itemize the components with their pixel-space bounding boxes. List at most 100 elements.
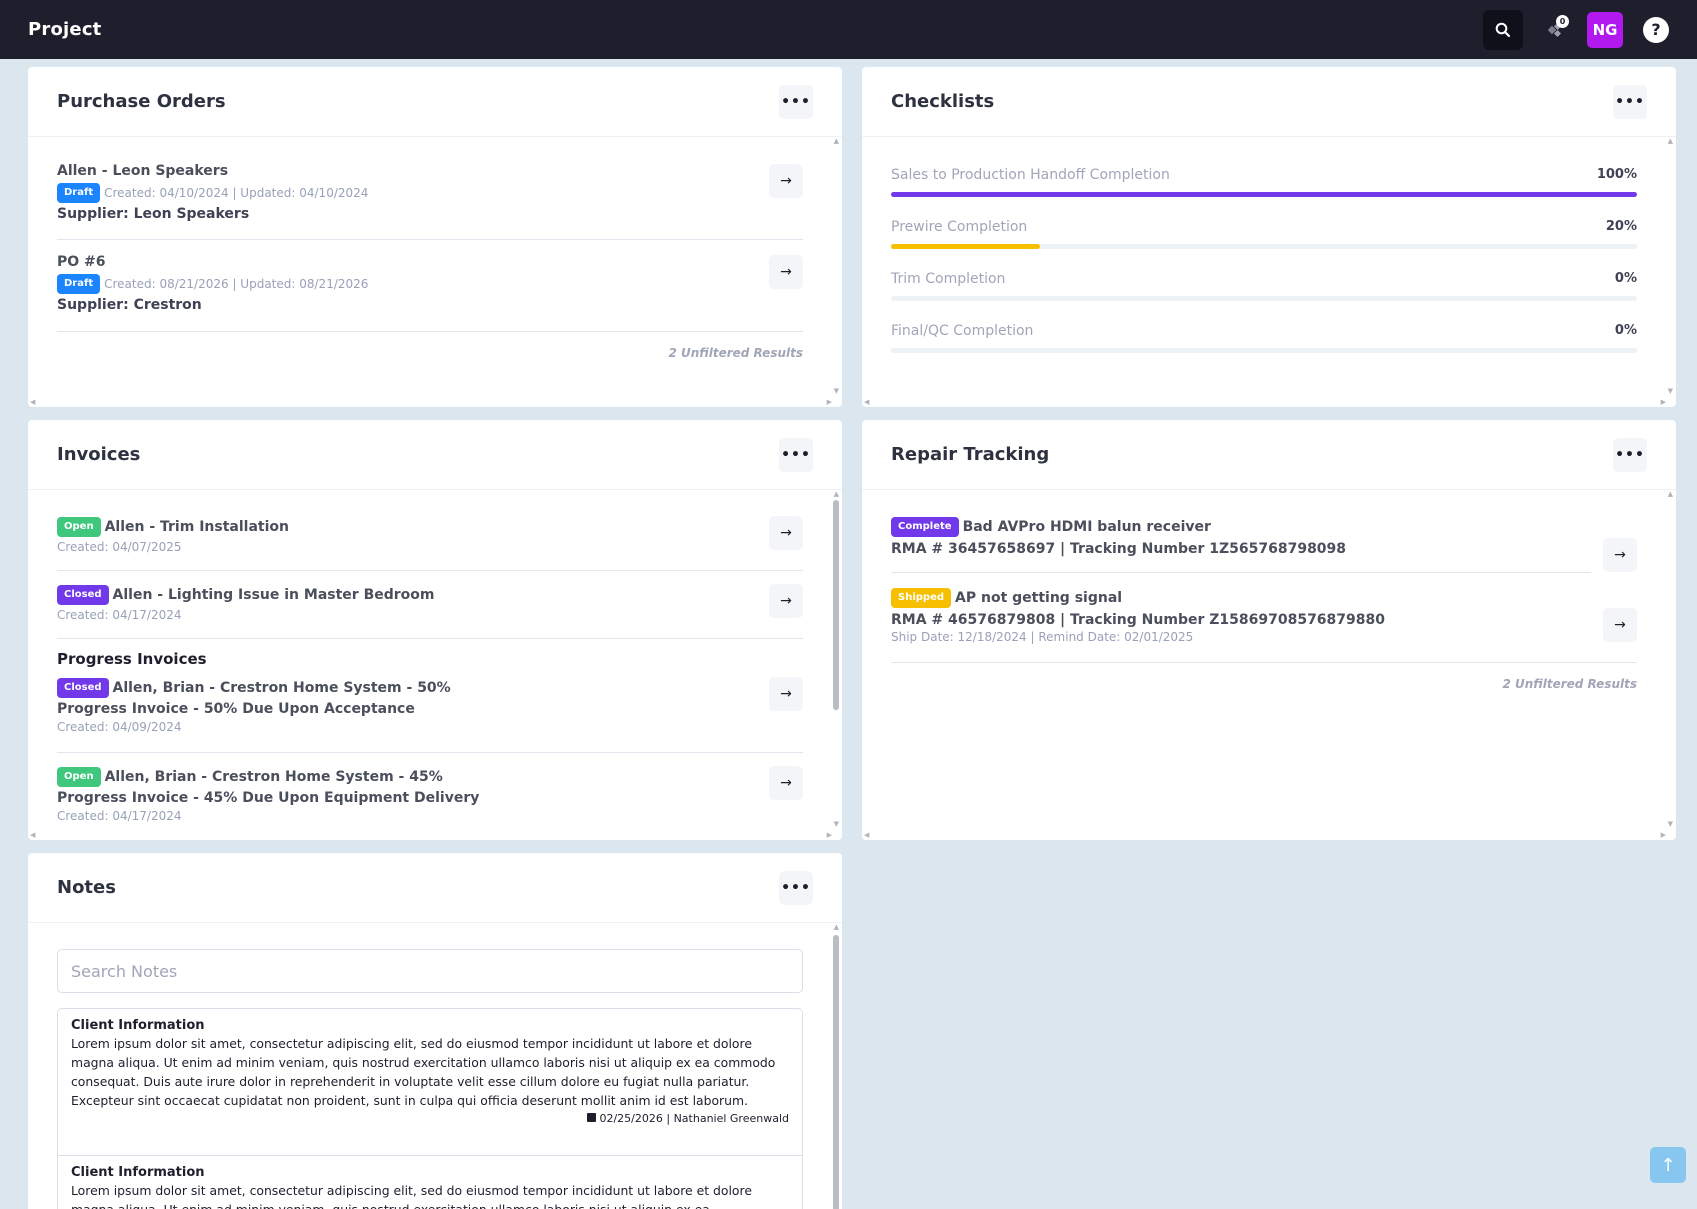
status-badge: Open <box>57 516 101 537</box>
checklist-percent: 0% <box>1614 271 1637 286</box>
open-po-button[interactable]: → <box>769 164 803 198</box>
checklist-label[interactable]: Trim Completion <box>891 271 1005 287</box>
card-header: Invoices ••• <box>28 420 842 490</box>
divider <box>57 752 803 753</box>
checklist-progress-bar <box>891 348 1637 353</box>
more-options-button[interactable]: ••• <box>779 84 813 119</box>
scroll-up-icon[interactable]: ▲ <box>834 137 839 145</box>
checklist-percent: 100% <box>1596 167 1637 182</box>
open-invoice-button[interactable]: → <box>769 766 803 800</box>
scroll-up-icon[interactable]: ▲ <box>834 923 839 931</box>
search-icon <box>1495 22 1511 37</box>
checklist-label[interactable]: Prewire Completion <box>891 219 1027 235</box>
scroll-right-icon[interactable]: ▶ <box>827 398 832 406</box>
note-title: Client Information <box>71 1018 205 1033</box>
top-bar: Project 0 NG ? <box>0 0 1697 59</box>
card-title: Checklists <box>891 91 995 112</box>
calendar-icon <box>587 1113 597 1122</box>
invoice-item: Open Allen - Trim Installation Created: 0… <box>57 516 757 554</box>
repair-rma: RMA # 46576879808 | Tracking Number Z158… <box>891 611 1385 628</box>
divider <box>891 572 1591 573</box>
card-header: Purchase Orders ••• <box>28 67 842 137</box>
scroll-left-icon[interactable]: ◀ <box>30 831 35 839</box>
arrow-right-icon: → <box>780 525 792 541</box>
invoices-card: Invoices ••• Open Allen - Trim Installati… <box>28 420 842 840</box>
more-options-button[interactable]: ••• <box>779 437 813 472</box>
invoice-created: Created: 04/07/2025 <box>57 539 182 554</box>
po-supplier: Supplier: Leon Speakers <box>57 205 250 222</box>
scroll-up-icon[interactable]: ▲ <box>1668 137 1673 145</box>
search-button[interactable] <box>1483 9 1523 50</box>
open-invoice-button[interactable]: → <box>769 677 803 711</box>
note-text: Lorem ipsum dolor sit amet, consectetur … <box>71 1036 776 1108</box>
card-title: Notes <box>57 877 116 898</box>
scroll-left-icon[interactable]: ◀ <box>30 398 35 406</box>
more-options-button[interactable]: ••• <box>1613 437 1647 472</box>
scroll-up-icon[interactable]: ▲ <box>1668 490 1673 498</box>
checklist-percent: 20% <box>1605 219 1637 234</box>
progress-invoices-heading: Progress Invoices <box>57 650 207 668</box>
scroll-left-icon[interactable]: ◀ <box>864 398 869 406</box>
open-invoice-button[interactable]: → <box>769 516 803 550</box>
notification-count: 0 <box>1556 14 1569 28</box>
progress-invoice-item: Open Allen, Brian - Crestron Home System … <box>57 766 757 823</box>
scroll-up-icon[interactable]: ▲ <box>834 490 839 498</box>
open-repair-button[interactable]: → <box>1603 608 1637 642</box>
search-notes-input[interactable]: Search Notes <box>57 949 803 993</box>
app-title: Project <box>28 19 102 40</box>
status-badge: Shipped <box>891 587 952 608</box>
arrow-right-icon: → <box>780 775 792 791</box>
checklist-label[interactable]: Sales to Production Handoff Completion <box>891 167 1170 183</box>
invoice-subtitle: Progress Invoice - 50% Due Upon Acceptan… <box>57 700 415 717</box>
scroll-down-icon[interactable]: ▼ <box>834 387 839 395</box>
open-repair-button[interactable]: → <box>1603 538 1637 572</box>
invoice-title: Allen, Brian - Crestron Home System - 50… <box>112 680 451 696</box>
repair-tracking-card: Repair Tracking ••• Complete Bad AVPro HD… <box>862 420 1676 840</box>
po-dates: Created: 08/21/2026 | Updated: 08/21/202… <box>104 277 369 291</box>
scroll-right-icon[interactable]: ▶ <box>827 831 832 839</box>
divider <box>57 239 803 240</box>
scroll-right-icon[interactable]: ▶ <box>1661 831 1666 839</box>
card-header: Checklists ••• <box>862 67 1676 137</box>
vertical-scrollbar[interactable] <box>833 500 839 710</box>
scroll-down-icon[interactable]: ▼ <box>1668 387 1673 395</box>
checklist-progress-bar <box>891 296 1637 301</box>
note-meta: 02/25/2026 | Nathaniel Greenwald <box>71 1112 789 1125</box>
invoice-created: Created: 04/09/2024 <box>57 719 182 734</box>
note-meta-text: 02/25/2026 | Nathaniel Greenwald <box>599 1112 789 1125</box>
checklist-label[interactable]: Final/QC Completion <box>891 323 1033 339</box>
scroll-left-icon[interactable]: ◀ <box>864 831 869 839</box>
arrow-right-icon: → <box>1614 617 1626 633</box>
more-options-button[interactable]: ••• <box>1613 84 1647 119</box>
divider <box>891 662 1637 663</box>
open-invoice-button[interactable]: → <box>769 584 803 618</box>
divider <box>57 638 803 639</box>
results-count: 2 Unfiltered Results <box>668 346 803 360</box>
help-button[interactable]: ? <box>1643 16 1669 43</box>
divider <box>57 570 803 571</box>
checklists-card: Checklists ••• Sales to Production Hando… <box>862 67 1676 407</box>
divider <box>57 331 803 332</box>
scroll-down-icon[interactable]: ▼ <box>834 820 839 828</box>
vertical-scrollbar[interactable] <box>833 935 839 1209</box>
po-title: PO #6 <box>57 254 106 270</box>
status-badge: Draft <box>57 273 101 294</box>
more-options-button[interactable]: ••• <box>779 870 813 905</box>
arrow-right-icon: → <box>780 264 792 280</box>
invoice-title: Allen - Lighting Issue in Master Bedroom <box>112 587 435 603</box>
open-po-button[interactable]: → <box>769 255 803 289</box>
user-avatar[interactable]: NG <box>1587 11 1623 48</box>
scroll-down-icon[interactable]: ▼ <box>1668 820 1673 828</box>
notes-card: Notes ••• Search Notes Client Informatio… <box>28 853 842 1209</box>
note-card[interactable]: Client Information Lorem ipsum dolor sit… <box>57 1008 803 1156</box>
po-dates: Created: 04/10/2024 | Updated: 04/10/202… <box>104 186 369 200</box>
scroll-to-top-button[interactable]: ↑ <box>1650 1147 1686 1183</box>
arrow-right-icon: → <box>780 593 792 609</box>
notifications-button[interactable]: 0 <box>1537 12 1573 48</box>
repair-item: Shipped AP not getting signal RMA # 46576… <box>891 587 1591 644</box>
po-title: Allen - Leon Speakers <box>57 163 229 179</box>
repair-title: Bad AVPro HDMI balun receiver <box>962 519 1211 535</box>
scroll-right-icon[interactable]: ▶ <box>1661 398 1666 406</box>
top-actions: 0 NG ? <box>1483 9 1669 50</box>
note-card[interactable]: Client Information Lorem ipsum dolor sit… <box>57 1156 803 1209</box>
